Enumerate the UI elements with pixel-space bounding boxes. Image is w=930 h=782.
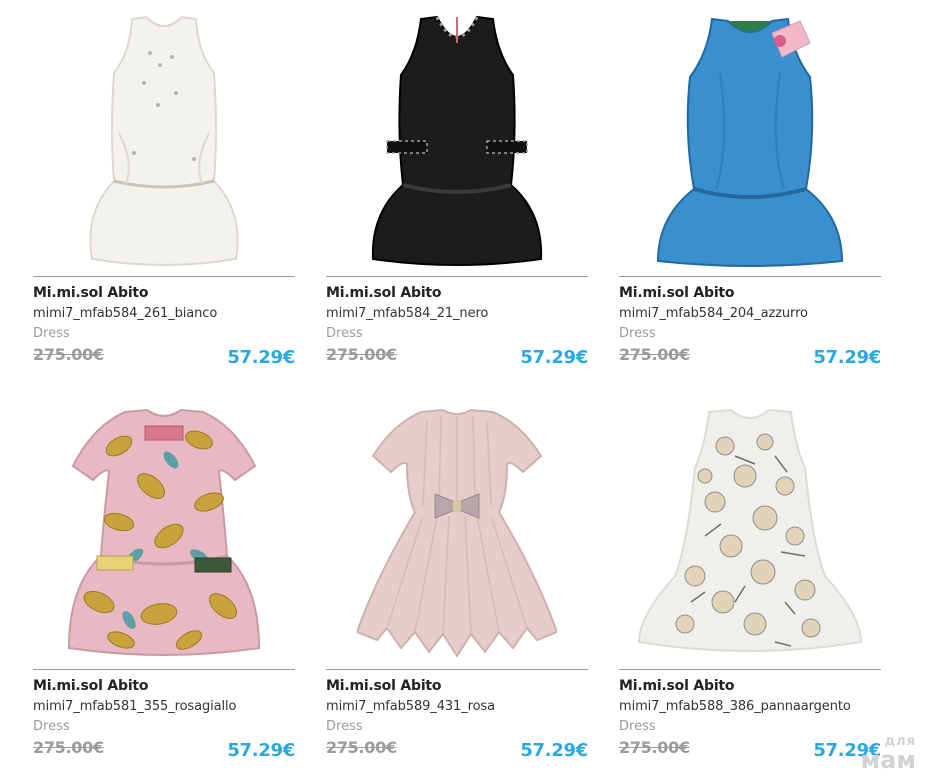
old-price: 275.00€ [619, 345, 690, 364]
product-brand[interactable]: Mi.mi.sol Abito [619, 678, 881, 695]
product-category: Dress [619, 719, 656, 734]
product-category: Dress [33, 719, 70, 734]
product-category: Dress [326, 326, 363, 341]
product-grid: Mi.mi.sol Abito mimi7_mfab584_261_bianco… [33, 8, 881, 761]
product-image[interactable] [326, 8, 588, 272]
product-brand[interactable]: Mi.mi.sol Abito [33, 678, 295, 695]
product-card[interactable]: Mi.mi.sol Abito mimi7_mfab584_204_azzurr… [619, 8, 881, 368]
dress-icon [67, 408, 261, 656]
product-card[interactable]: Mi.mi.sol Abito mimi7_mfab588_386_pannaa… [619, 401, 881, 761]
product-card[interactable]: Mi.mi.sol Abito mimi7_mfab584_261_bianco… [33, 8, 295, 368]
product-image[interactable] [619, 401, 881, 665]
product-image[interactable] [33, 8, 295, 272]
old-price: 275.00€ [33, 738, 104, 757]
dress-icon [637, 408, 863, 652]
sale-price: 57.29€ [813, 347, 881, 368]
sale-price: 57.29€ [227, 347, 295, 368]
product-image[interactable] [33, 401, 295, 665]
product-image[interactable] [326, 401, 588, 665]
product-sku: mimi7_mfab584_261_bianco [33, 306, 218, 321]
product-card[interactable]: Mi.mi.sol Abito mimi7_mfab581_355_rosagi… [33, 401, 295, 761]
sale-price: 57.29€ [520, 740, 588, 761]
divider [326, 669, 588, 670]
old-price: 275.00€ [619, 738, 690, 757]
dress-icon [656, 17, 844, 267]
product-sku: mimi7_mfab584_21_nero [326, 306, 489, 321]
product-category: Dress [33, 326, 70, 341]
dress-icon [371, 15, 543, 266]
divider [619, 276, 881, 277]
product-sku: mimi7_mfab581_355_rosagiallo [33, 699, 237, 714]
dress-icon [357, 408, 557, 658]
sale-price: 57.29€ [227, 740, 295, 761]
product-category: Dress [326, 719, 363, 734]
divider [33, 669, 295, 670]
product-card[interactable]: Mi.mi.sol Abito mimi7_mfab584_21_nero Dr… [326, 8, 588, 368]
price-row: 275.00€ 57.29€ [326, 344, 588, 368]
product-card[interactable]: Mi.mi.sol Abito mimi7_mfab589_431_rosa D… [326, 401, 588, 761]
sale-price: 57.29€ [520, 347, 588, 368]
product-brand[interactable]: Mi.mi.sol Abito [326, 678, 588, 695]
product-category: Dress [619, 326, 656, 341]
divider [326, 276, 588, 277]
price-row: 275.00€ 57.29€ [33, 737, 295, 761]
product-brand[interactable]: Mi.mi.sol Abito [326, 285, 588, 302]
sale-price: 57.29€ [813, 740, 881, 761]
divider [33, 276, 295, 277]
product-sku: mimi7_mfab589_431_rosa [326, 699, 495, 714]
product-brand[interactable]: Mi.mi.sol Abito [619, 285, 881, 302]
price-row: 275.00€ 57.29€ [326, 737, 588, 761]
price-row: 275.00€ 57.29€ [619, 737, 881, 761]
product-sku: mimi7_mfab584_204_azzurro [619, 306, 808, 321]
product-brand[interactable]: Mi.mi.sol Abito [33, 285, 295, 302]
old-price: 275.00€ [326, 738, 397, 757]
price-row: 275.00€ 57.29€ [619, 344, 881, 368]
product-sku: mimi7_mfab588_386_pannaargento [619, 699, 851, 714]
old-price: 275.00€ [326, 345, 397, 364]
old-price: 275.00€ [33, 345, 104, 364]
dress-icon [89, 15, 239, 266]
product-image[interactable] [619, 8, 881, 272]
price-row: 275.00€ 57.29€ [33, 344, 295, 368]
divider [619, 669, 881, 670]
